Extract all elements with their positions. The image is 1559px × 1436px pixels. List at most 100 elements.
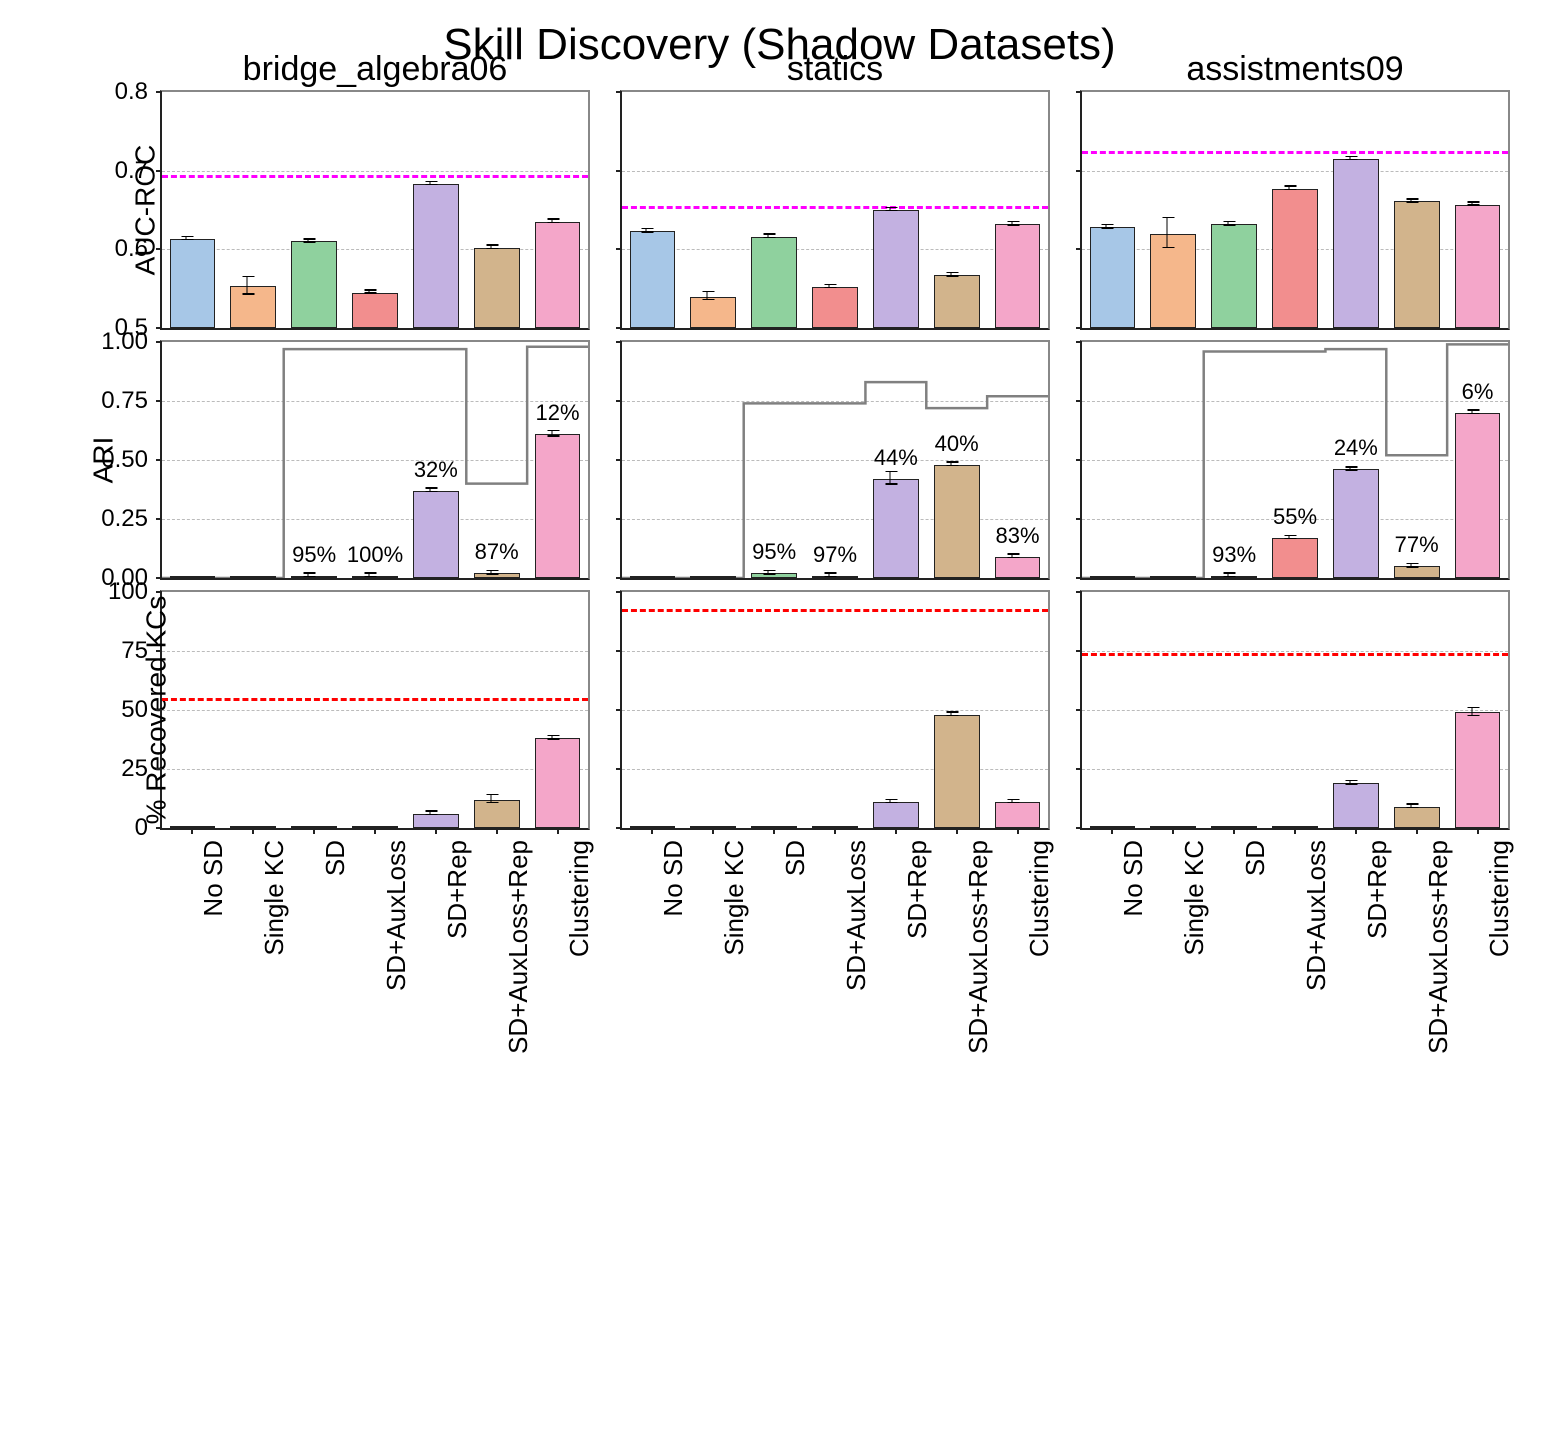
x-tick-mark [191,828,193,834]
subplot: No SDSingle KCSDSD+AuxLossSD+RepSD+AuxLo… [1080,590,1510,830]
x-tick-mark [1017,828,1019,834]
y-tick-label: 1.00 [88,328,148,356]
y-tick-label: 25 [88,755,148,783]
subplot: statics [620,90,1050,330]
bar [873,479,919,578]
bar [1333,159,1379,328]
x-tick-mark [1233,828,1235,834]
bar [812,576,858,578]
bar [474,248,520,328]
x-tick-mark [773,828,775,834]
bar [1333,469,1379,578]
x-tick-mark [1172,828,1174,834]
bar [1211,224,1257,328]
x-tick-mark [651,828,653,834]
x-tick-mark [496,828,498,834]
bar [751,573,797,578]
bar [535,434,581,578]
subplot: No SDSingle KCSDSD+AuxLossSD+RepSD+AuxLo… [620,590,1050,830]
error-bar [1167,217,1180,248]
error-bar [551,735,564,740]
bar [1150,576,1196,578]
bar [995,802,1041,828]
x-tick-label: SD+AuxLoss [841,840,872,991]
bar [873,210,919,328]
x-tick-label: SD+AuxLoss [381,840,412,991]
x-tick-mark [252,828,254,834]
error-bar [429,487,442,492]
bar [934,715,980,828]
error-bar [308,238,321,243]
x-tick-label: SD+AuxLoss [1301,840,1332,991]
x-tick-mark [956,828,958,834]
error-bar [950,272,963,277]
error-bar [950,461,963,466]
bar [630,576,676,578]
bar [995,224,1041,328]
error-bar [1228,572,1241,577]
bar [291,576,337,578]
error-bar [247,276,260,295]
subplot: assistments09 [1080,90,1510,330]
error-bar [768,570,781,575]
error-bar [1349,466,1362,471]
bar [413,814,459,828]
x-tick-label: Single KC [259,840,290,956]
error-bar [828,572,841,577]
y-tick-label: 0.50 [88,446,148,474]
bar [1272,538,1318,578]
bar [170,239,216,328]
error-bar [368,572,381,577]
bar [230,286,276,328]
x-tick-label: SD+AuxLoss+Rep [1423,840,1454,1054]
error-bar [889,471,902,485]
x-tick-label: No SD [198,840,229,917]
x-tick-label: SD [320,840,351,876]
bar-annotation: 93% [1212,542,1256,568]
x-tick-mark [1355,828,1357,834]
y-tick-label: 50 [88,696,148,724]
subplot: bridge_algebra06AUC-ROC0.50.60.70.8 [160,90,590,330]
bar [1090,576,1136,578]
x-tick-mark [1111,828,1113,834]
bar [1394,201,1440,328]
x-tick-label: Clustering [1024,840,1055,957]
x-tick-mark [435,828,437,834]
bar [630,231,676,328]
bar [1272,189,1318,328]
error-bar [1349,780,1362,785]
error-bar [768,233,781,238]
bar-annotation: 97% [813,542,857,568]
bar-annotation: 12% [536,400,580,426]
bar [1211,576,1257,578]
bar [873,802,919,828]
x-tick-label: Clustering [564,840,595,957]
x-tick-label: SD [780,840,811,876]
error-bar [828,284,841,289]
bar-annotation: 24% [1334,435,1378,461]
error-bar [1011,553,1024,558]
error-bar [490,570,503,575]
error-bar [1106,224,1119,229]
error-bar [1011,799,1024,804]
bar [413,491,459,578]
subplot: % Recovered KCs0255075100No SDSingle KCS… [160,590,590,830]
subplot-grid: bridge_algebra06AUC-ROC0.50.60.70.8stati… [160,90,1510,830]
error-bar [429,181,442,186]
x-tick-label: SD [1240,840,1271,876]
bar [352,293,398,328]
x-tick-mark [1477,828,1479,834]
bar [1150,234,1196,328]
x-tick-label: Clustering [1484,840,1515,957]
bar [170,576,216,578]
bar [751,237,797,328]
error-bar [889,207,902,212]
x-tick-label: No SD [1118,840,1149,917]
bar [995,557,1041,578]
error-bar [889,799,902,804]
bar-group [162,92,588,328]
x-tick-label: SD+Rep [1362,840,1393,939]
error-bar [1228,221,1241,226]
bar-annotation: 95% [752,539,796,565]
figure: Skill Discovery (Shadow Datasets) bridge… [20,20,1539,1416]
